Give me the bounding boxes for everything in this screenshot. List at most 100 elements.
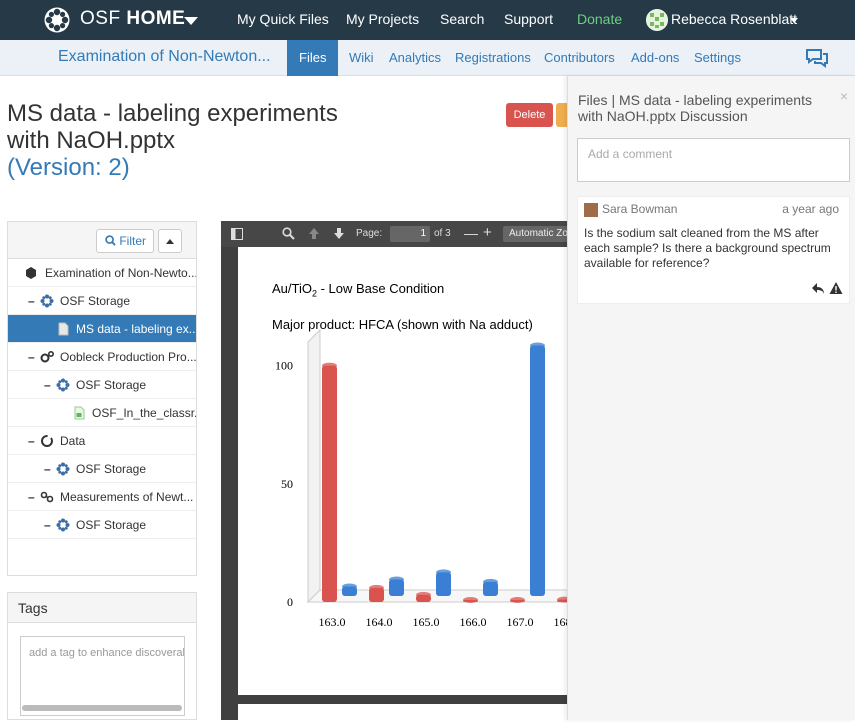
tree-row-selected-file[interactable]: MS data - labeling ex...	[8, 315, 196, 343]
chart-bar-top	[389, 576, 404, 583]
file-title: MS data - labeling experiments with NaOH…	[7, 100, 352, 181]
nav-my-projects[interactable]: My Projects	[346, 11, 419, 27]
tree-row-linked-project[interactable]: – Measurements of Newt...	[8, 483, 196, 511]
x-tick-label: 163.0	[319, 615, 346, 629]
tree-row-image-file[interactable]: OSF_In_the_classr...	[8, 399, 196, 427]
collapse-up-button[interactable]	[158, 229, 182, 253]
tree-row-label: OSF Storage	[76, 518, 147, 532]
report-warning-icon[interactable]	[829, 281, 843, 295]
chart-bar	[322, 365, 337, 602]
delete-button[interactable]: Delete	[506, 103, 553, 127]
y-tick-label: 100	[275, 359, 293, 373]
project-navbar: Examination of Non-Newton... Files Wiki …	[0, 40, 855, 76]
viewer-toolbar: Page: 1 of 3 — + Automatic Zoom	[221, 221, 571, 247]
zoom-out-icon[interactable]: —	[464, 225, 478, 241]
brand-text: OSF	[80, 8, 121, 29]
nav-my-quick-files[interactable]: My Quick Files	[237, 11, 329, 27]
chart-bar-top	[483, 578, 498, 585]
chart-bar	[436, 572, 451, 596]
component-icon	[40, 351, 54, 363]
chart-bar-top	[369, 584, 384, 591]
tree-row-label: MS data - labeling ex...	[76, 322, 196, 336]
tree-row-data[interactable]: – Data	[8, 427, 196, 455]
file-tree-panel: Filter Examination of Non-Newto... – OSF…	[7, 221, 197, 576]
reply-icon[interactable]	[811, 281, 825, 295]
tab-files[interactable]: Files	[287, 40, 339, 76]
chart-bar-top	[510, 597, 525, 603]
brand-chevron-down-icon[interactable]	[184, 17, 198, 25]
collapse-minus-icon[interactable]: –	[28, 427, 35, 454]
bar-chart: 050100163.0164.0165.0166.0167.0168.0	[275, 328, 571, 629]
project-title-link[interactable]: Examination of Non-Newton...	[58, 48, 271, 66]
collapse-minus-icon[interactable]: –	[44, 455, 51, 482]
x-tick-label: 164.0	[366, 615, 393, 629]
file-version-link[interactable]: (Version: 2)	[7, 154, 130, 181]
tag-input-scrollbar[interactable]	[22, 705, 182, 711]
collapse-minus-icon[interactable]: –	[44, 371, 51, 398]
nav-donate[interactable]: Donate	[577, 11, 622, 27]
comments-icon[interactable]	[805, 48, 829, 68]
comment-text: Is the sodium salt cleaned from the MS a…	[584, 226, 831, 270]
zoom-select[interactable]: Automatic Zoom	[503, 226, 571, 242]
collapse-minus-icon[interactable]: –	[28, 483, 35, 510]
tab-registrations[interactable]: Registrations	[455, 50, 531, 65]
file-icon	[58, 322, 69, 336]
osf-logo-icon[interactable]	[43, 6, 71, 34]
chart-bar-top	[416, 591, 431, 598]
tab-contributors[interactable]: Contributors	[544, 50, 615, 65]
tab-settings[interactable]: Settings	[694, 50, 741, 65]
page-count: of 3	[434, 228, 451, 239]
tree-row-osf-storage[interactable]: – OSF Storage	[8, 511, 196, 539]
tags-heading: Tags	[8, 593, 196, 623]
tree-row-project[interactable]: Examination of Non-Newto...	[8, 259, 196, 287]
osf-home-brand[interactable]: OSF HOME	[80, 8, 185, 30]
user-menu[interactable]: Rebecca Rosenblatt	[671, 11, 797, 27]
commenter-avatar[interactable]	[584, 203, 598, 217]
circle-icon	[41, 435, 53, 447]
tag-input[interactable]: add a tag to enhance discoverab	[20, 636, 185, 716]
collapse-minus-icon[interactable]: –	[28, 343, 35, 370]
tree-row-label: Examination of Non-Newto...	[45, 266, 196, 280]
find-icon[interactable]	[282, 227, 295, 240]
nav-search[interactable]: Search	[440, 11, 484, 27]
chart-bar-top	[436, 569, 451, 576]
osf-storage-icon	[56, 378, 70, 392]
sidebar-toggle-icon[interactable]	[231, 228, 243, 240]
next-page-icon[interactable]	[333, 227, 345, 240]
tags-panel: Tags add a tag to enhance discoverab	[7, 592, 197, 720]
nav-support[interactable]: Support	[504, 11, 553, 27]
search-icon	[105, 235, 116, 246]
collapse-minus-icon[interactable]: –	[44, 511, 51, 538]
tab-wiki[interactable]: Wiki	[349, 50, 374, 65]
close-icon[interactable]: ×	[840, 88, 848, 104]
collapse-minus-icon[interactable]: –	[28, 287, 35, 314]
zoom-in-icon[interactable]: +	[483, 224, 492, 241]
chart-bar	[530, 345, 545, 596]
tab-add-ons[interactable]: Add-ons	[631, 50, 679, 65]
tree-row-component[interactable]: – Oobleck Production Pro...	[8, 343, 196, 371]
pdf-page-2	[238, 704, 571, 724]
user-chevron-down-icon[interactable]	[790, 18, 798, 23]
image-file-icon	[74, 406, 85, 420]
tree-row-label: Measurements of Newt...	[60, 490, 194, 504]
page-label: Page:	[356, 228, 383, 239]
x-tick-label: 165.0	[413, 615, 440, 629]
tab-analytics[interactable]: Analytics	[389, 50, 441, 65]
filter-button[interactable]: Filter	[96, 229, 154, 253]
osf-storage-icon	[56, 518, 70, 532]
brand-bold-text: HOME	[126, 8, 186, 29]
tree-row-label: Oobleck Production Pro...	[60, 350, 196, 364]
comment-input[interactable]: Add a comment	[577, 138, 850, 182]
file-title-text: MS data - labeling experiments with NaOH…	[7, 100, 338, 154]
osf-storage-icon	[56, 462, 70, 476]
tree-row-osf-storage[interactable]: – OSF Storage	[8, 287, 196, 315]
chart-side-wall	[307, 328, 321, 604]
tree-row-osf-storage[interactable]: – OSF Storage	[8, 455, 196, 483]
previous-page-icon[interactable]	[308, 227, 320, 240]
tree-row-osf-storage[interactable]: – OSF Storage	[8, 371, 196, 399]
commenter-name[interactable]: Sara Bowman	[602, 202, 677, 216]
user-avatar[interactable]	[646, 9, 668, 31]
page-number-input[interactable]: 1	[390, 226, 430, 242]
discussion-panel: Files | MS data - labeling experiments w…	[567, 76, 855, 720]
chart-bar-top	[463, 597, 478, 603]
